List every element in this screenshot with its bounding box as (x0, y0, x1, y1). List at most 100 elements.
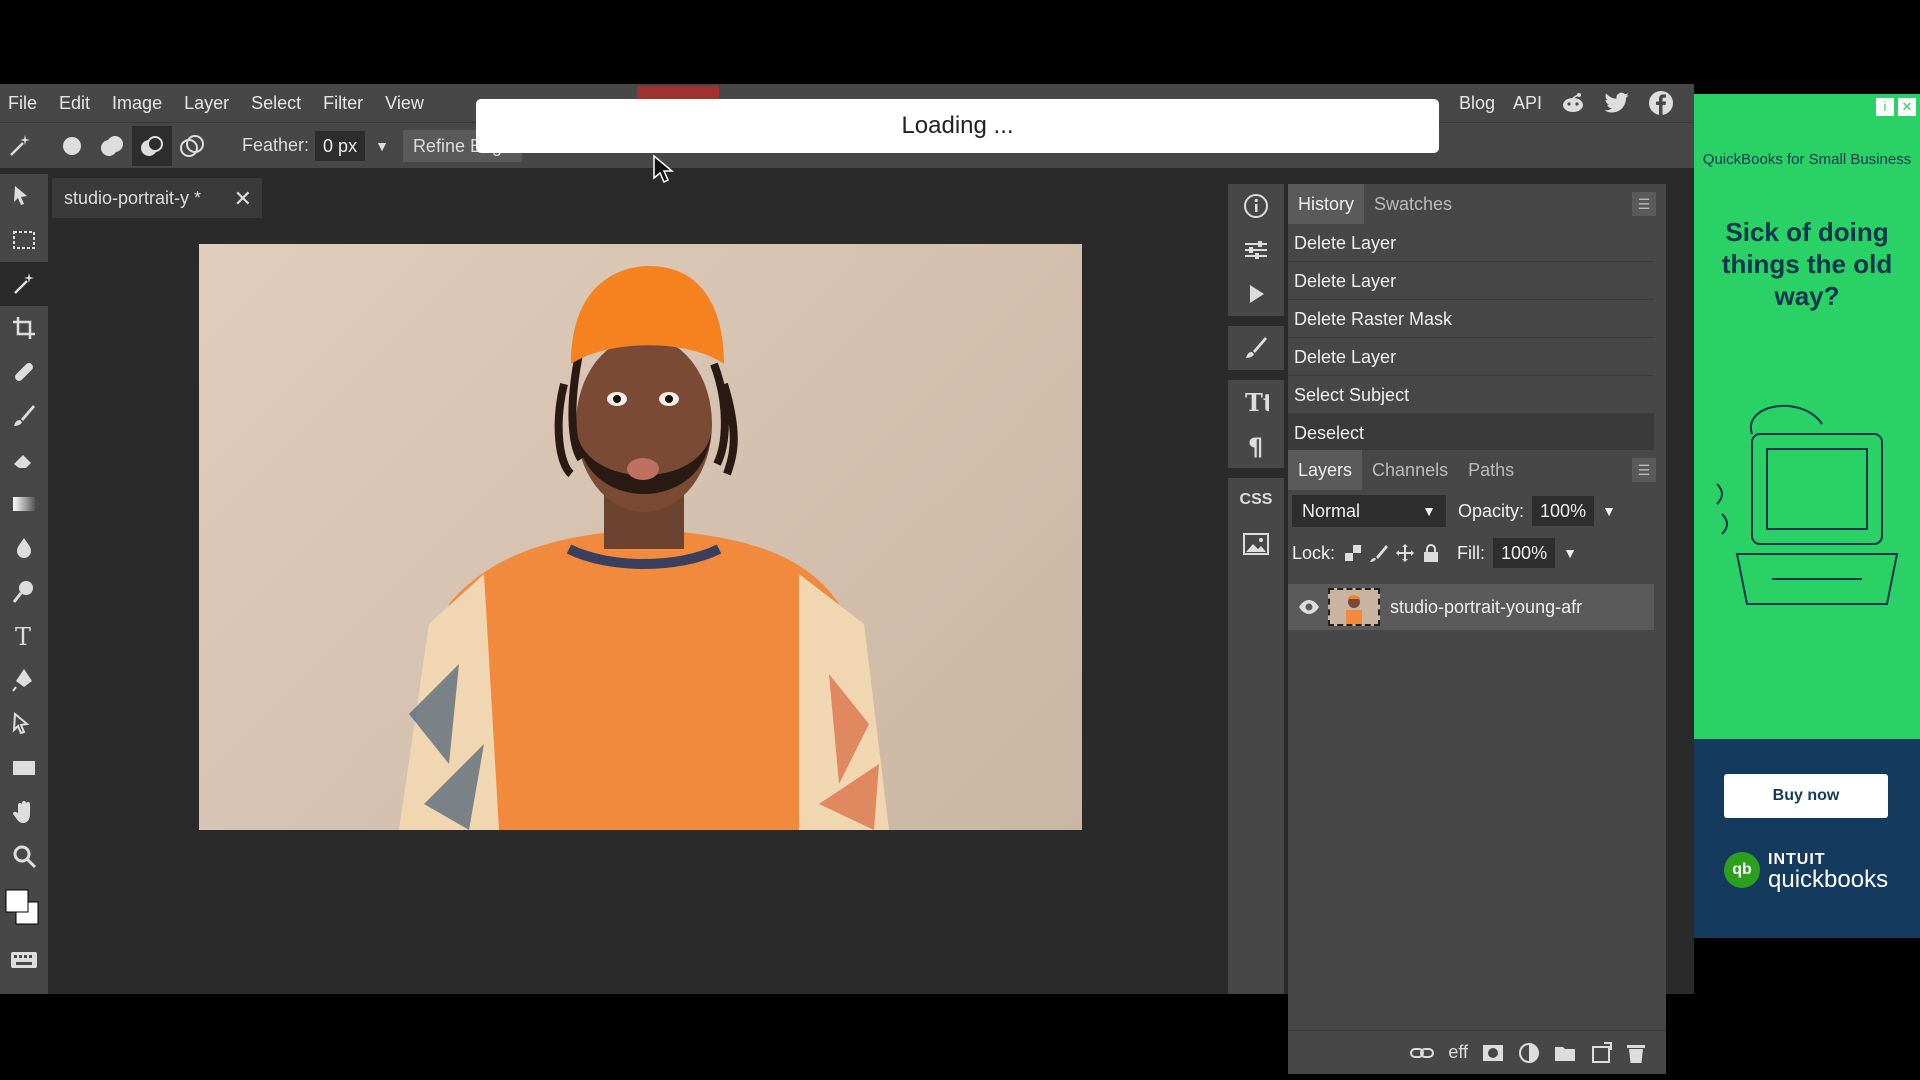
new-selection-icon[interactable] (52, 126, 92, 166)
hand-tool-icon[interactable] (0, 790, 48, 834)
tab-channels[interactable]: Channels (1362, 450, 1458, 490)
magic-wand-tool-icon[interactable] (0, 262, 48, 306)
menu-api[interactable]: API (1513, 93, 1542, 114)
opacity-dropdown-icon[interactable]: ▼ (1602, 503, 1616, 519)
panel-menu-icon[interactable]: ☰ (1632, 192, 1656, 216)
healing-brush-icon[interactable] (0, 350, 48, 394)
layer-item[interactable]: studio-portrait-young-afr (1288, 584, 1654, 630)
history-item[interactable]: Select Subject (1288, 376, 1654, 414)
feather-dropdown-icon[interactable]: ▼ (375, 138, 389, 154)
adjustments-icon[interactable] (1228, 228, 1284, 272)
opacity-input[interactable]: 100% (1532, 496, 1595, 526)
marquee-tool-icon[interactable] (0, 218, 48, 262)
menu-right: Blog API (1459, 84, 1674, 122)
paragraph-icon[interactable]: ¶ (1228, 424, 1284, 468)
type-tool-icon[interactable]: T (0, 614, 48, 658)
document-tab[interactable]: studio-portrait-y * ✕ (52, 178, 262, 218)
quickbooks-logo: qb INTUIT quickbooks (1724, 850, 1888, 892)
history-panel: History Swatches ☰ Delete Layer Delete L… (1288, 184, 1666, 454)
ad-headline: Sick of doing things the old way? (1721, 217, 1893, 311)
eye-icon[interactable] (1298, 599, 1320, 615)
blend-row: Normal ▼ Opacity: 100% ▼ (1288, 490, 1666, 532)
fill-input[interactable]: 100% (1493, 538, 1556, 568)
link-layers-icon[interactable] (1410, 1046, 1435, 1060)
lock-transparency-icon[interactable] (1343, 543, 1363, 563)
twitter-icon[interactable] (1604, 90, 1630, 116)
history-item[interactable]: Delete Raster Mask (1288, 300, 1654, 338)
history-item[interactable]: Delete Layer (1288, 338, 1654, 376)
delete-layer-icon[interactable] (1626, 1042, 1646, 1064)
fill-dropdown-icon[interactable]: ▼ (1563, 545, 1577, 561)
adjustment-layer-icon[interactable] (1518, 1042, 1540, 1064)
eraser-tool-icon[interactable] (0, 438, 48, 482)
menu-image[interactable]: Image (104, 93, 176, 114)
lock-all-icon[interactable] (1421, 543, 1441, 563)
computer-illustration-icon (1716, 404, 1899, 605)
loading-overlay: Loading ... (476, 99, 1439, 153)
menu-file[interactable]: File (0, 93, 51, 114)
zoom-tool-icon[interactable] (0, 834, 48, 878)
blur-tool-icon[interactable] (0, 526, 48, 570)
pen-tool-icon[interactable] (0, 658, 48, 702)
history-item[interactable]: Delete Layer (1288, 224, 1654, 262)
new-group-icon[interactable] (1554, 1044, 1576, 1062)
rectangle-tool-icon[interactable] (0, 746, 48, 790)
move-tool-icon[interactable] (0, 174, 48, 218)
feather-input[interactable]: 0 px (315, 130, 366, 161)
tab-history[interactable]: History (1288, 184, 1365, 224)
reddit-icon[interactable] (1560, 90, 1586, 116)
facebook-icon[interactable] (1648, 90, 1674, 116)
menu-blog[interactable]: Blog (1459, 93, 1495, 114)
add-mask-icon[interactable] (1482, 1044, 1504, 1062)
magic-wand-icon[interactable] (0, 126, 40, 166)
opacity-label: Opacity: (1458, 500, 1525, 521)
path-select-tool-icon[interactable] (0, 702, 48, 746)
blend-mode-select[interactable]: Normal ▼ (1292, 495, 1446, 527)
layers-footer: eff (1288, 1030, 1666, 1074)
close-tab-icon[interactable]: ✕ (234, 186, 252, 212)
tab-layers[interactable]: Layers (1288, 450, 1363, 490)
crop-tool-icon[interactable] (0, 306, 48, 350)
ad-controls: i ✕ (1876, 98, 1916, 116)
tab-paths[interactable]: Paths (1458, 450, 1524, 490)
advertisement[interactable]: i ✕ QuickBooks for Small Business Sick o… (1694, 94, 1920, 938)
buy-now-button[interactable]: Buy now (1724, 774, 1888, 818)
menu-edit[interactable]: Edit (51, 93, 104, 114)
portrait-image (399, 266, 889, 830)
keyboard-icon[interactable] (0, 938, 48, 982)
subtract-selection-icon[interactable] (132, 125, 172, 166)
menu-select[interactable]: Select (243, 93, 315, 114)
intersect-selection-icon[interactable] (172, 126, 212, 166)
fill-label: Fill: (1457, 542, 1486, 563)
panel-menu-icon[interactable]: ☰ (1632, 458, 1656, 482)
color-swatches-icon[interactable] (0, 878, 48, 938)
layer-effects-button[interactable]: eff (1448, 1042, 1468, 1063)
history-item[interactable]: Delete Layer (1288, 262, 1654, 300)
tab-swatches[interactable]: Swatches (1364, 184, 1462, 224)
dodge-tool-icon[interactable] (0, 570, 48, 614)
new-layer-icon[interactable] (1590, 1041, 1612, 1064)
gradient-tool-icon[interactable] (0, 482, 48, 526)
divider (1228, 370, 1284, 380)
info-icon[interactable] (1228, 184, 1284, 228)
history-item-current[interactable]: Deselect (1288, 414, 1654, 452)
brush-tool-icon[interactable] (0, 394, 48, 438)
lock-pixels-icon[interactable] (1369, 543, 1389, 563)
character-icon[interactable]: Tt (1228, 380, 1284, 424)
menu-filter[interactable]: Filter (315, 93, 377, 114)
menu-view[interactable]: View (377, 93, 438, 114)
lock-position-icon[interactable] (1395, 543, 1415, 563)
image-panel-icon[interactable] (1228, 522, 1284, 566)
layer-name: studio-portrait-young-afr (1390, 596, 1583, 617)
css-panel-icon[interactable]: CSS (1228, 478, 1284, 522)
ad-info-icon[interactable]: i (1876, 98, 1894, 116)
brush-settings-icon[interactable] (1228, 326, 1284, 370)
ad-close-icon[interactable]: ✕ (1898, 98, 1916, 116)
loading-text: Loading ... (901, 112, 1014, 139)
screen: File Edit Image Layer Select Filter View… (0, 0, 1920, 1080)
add-selection-icon[interactable] (92, 126, 132, 166)
svg-text:T: T (15, 623, 31, 649)
menu-layer[interactable]: Layer (176, 93, 243, 114)
image-canvas[interactable] (199, 244, 1082, 830)
actions-play-icon[interactable] (1228, 272, 1284, 316)
